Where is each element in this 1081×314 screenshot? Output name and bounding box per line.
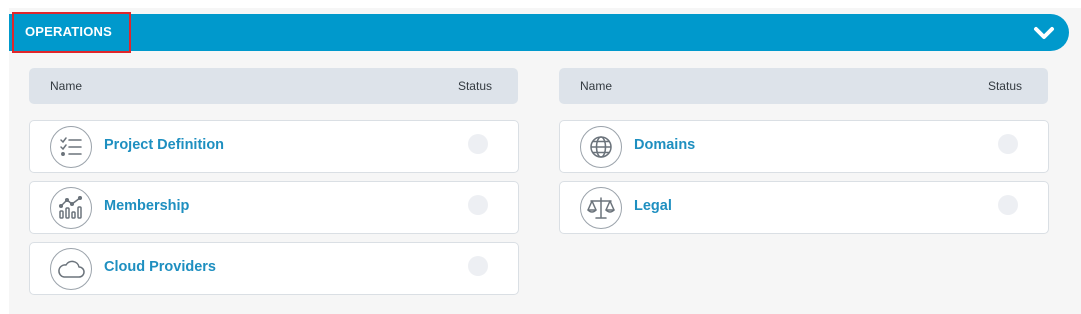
collapse-toggle-button[interactable] (1033, 22, 1055, 44)
status-indicator (468, 134, 488, 154)
analytics-icon (50, 187, 92, 229)
list-item-project-definition[interactable]: Project Definition (29, 120, 519, 173)
list-item-cloud-providers[interactable]: Cloud Providers (29, 242, 519, 295)
chevron-down-icon (1034, 27, 1054, 39)
item-label: Cloud Providers (104, 259, 216, 275)
title-highlight-box (12, 12, 131, 53)
scales-icon (580, 187, 622, 229)
item-label: Domains (634, 137, 696, 153)
item-label: Membership (104, 198, 190, 214)
status-indicator (998, 195, 1018, 215)
name-column-label: Name (50, 79, 83, 93)
status-indicator (998, 134, 1018, 154)
left-column-header: Name Status (29, 68, 518, 104)
globe-icon (580, 126, 622, 168)
list-item-domains[interactable]: Domains (559, 120, 1049, 173)
item-label: Legal (634, 198, 672, 214)
status-indicator (468, 256, 488, 276)
status-indicator (468, 195, 488, 215)
right-column-header: Name Status (559, 68, 1048, 104)
status-column-label: Status (987, 79, 1022, 93)
status-column-label: Status (457, 79, 492, 93)
checklist-icon (50, 126, 92, 168)
cloud-icon (50, 248, 92, 290)
section-header[interactable] (9, 14, 1069, 51)
item-label: Project Definition (104, 137, 225, 153)
name-column-label: Name (580, 79, 613, 93)
list-item-legal[interactable]: Legal (559, 181, 1049, 234)
list-item-membership[interactable]: Membership (29, 181, 519, 234)
